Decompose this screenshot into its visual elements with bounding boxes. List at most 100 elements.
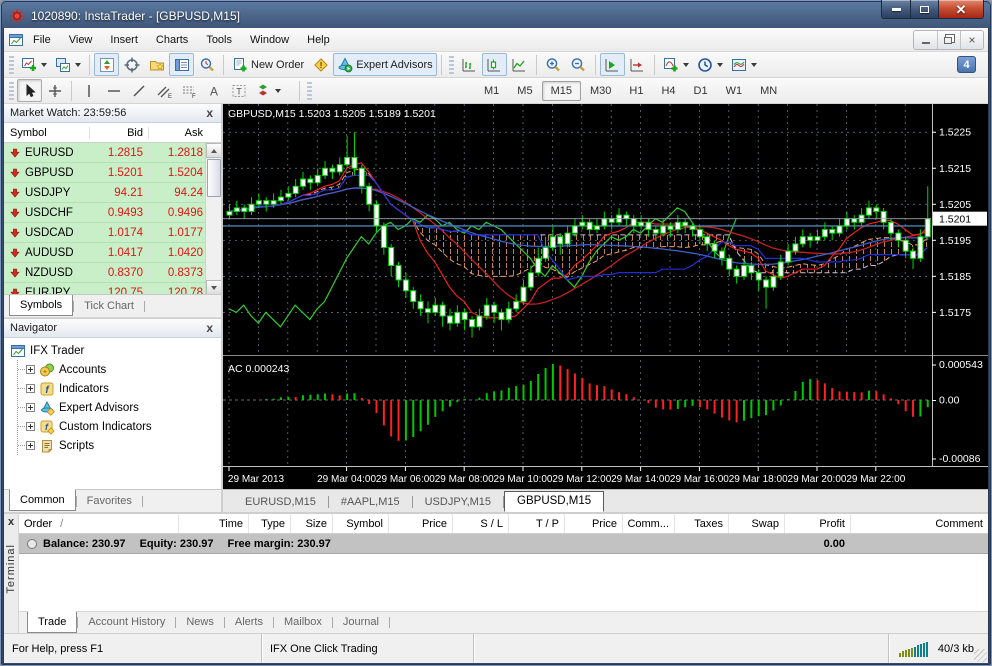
menu-item-view[interactable]: View	[60, 31, 102, 49]
text-button[interactable]: A	[201, 79, 226, 102]
bar-chart-button[interactable]	[457, 53, 482, 76]
menu-item-window[interactable]: Window	[241, 31, 298, 49]
timeframe-button-m15[interactable]: M15	[542, 81, 581, 101]
market-watch-scrollbar[interactable]	[205, 143, 221, 295]
market-watch-row-usdcad[interactable]: USDCAD1.01741.0177	[4, 223, 221, 243]
terminal-tab-news[interactable]: News	[176, 613, 224, 632]
alert-button[interactable]: !	[308, 53, 333, 76]
terminal-tab-trade[interactable]: Trade	[27, 611, 77, 633]
market-watch-row-eurjpy[interactable]: EURJPY120.75120.78	[4, 283, 221, 295]
trendline-button[interactable]	[126, 79, 151, 102]
market-watch-row-audusd[interactable]: AUDUSD1.04171.0420	[4, 243, 221, 263]
mdi-close-button[interactable]: ×	[960, 31, 983, 49]
tree-item-ifx-trader[interactable]: IFX Trader	[10, 341, 221, 360]
auto-scroll-toggle[interactable]	[600, 53, 625, 76]
scroll-up-button[interactable]	[206, 143, 221, 158]
strategy-tester-button[interactable]	[194, 53, 219, 76]
column-symbol[interactable]: Symbol	[4, 127, 90, 139]
market-watch-row-usdchf[interactable]: USDCHF0.94930.9496	[4, 203, 221, 223]
toolbar-grip[interactable]	[307, 82, 312, 100]
timeframe-button-m5[interactable]: M5	[508, 81, 541, 101]
data-window-button[interactable]	[119, 53, 144, 76]
profiles-button[interactable]	[51, 53, 85, 76]
new-chart-button[interactable]	[17, 53, 51, 76]
tab-favorites[interactable]: Favorites	[77, 492, 142, 511]
timeframe-button-m30[interactable]: M30	[581, 81, 620, 101]
new-order-button[interactable]: New Order	[228, 53, 308, 76]
terminal-column-swap[interactable]: Swap	[729, 514, 785, 533]
expand-plus-icon[interactable]	[26, 441, 35, 450]
terminal-column-s-l[interactable]: S / L	[453, 514, 509, 533]
navigator-titlebar[interactable]: Navigator x	[4, 319, 221, 338]
indicators-dropdown[interactable]	[659, 53, 693, 76]
zoom-out-button[interactable]	[566, 53, 591, 76]
timeframe-button-m1[interactable]: M1	[475, 81, 508, 101]
text-label-button[interactable]: T	[226, 79, 251, 102]
toolbar-grip[interactable]	[449, 56, 454, 74]
tree-item-accounts[interactable]: Accounts	[18, 360, 221, 379]
chart-tab--aapl-m15[interactable]: #AAPL,M15	[329, 493, 412, 512]
terminal-column-taxes[interactable]: Taxes	[675, 514, 729, 533]
fibonacci-button[interactable]: F	[176, 79, 201, 102]
market-watch-toggle[interactable]	[94, 53, 119, 76]
toolbar-grip[interactable]	[9, 82, 14, 100]
one-click-trading-button[interactable]: IFX One Click Trading	[262, 634, 474, 663]
market-watch-row-usdjpy[interactable]: USDJPY94.2194.24	[4, 183, 221, 203]
chart-tab-eurusd-m15[interactable]: EURUSD,M15	[233, 493, 328, 512]
market-watch-titlebar[interactable]: Market Watch: 23:59:56 x	[4, 104, 221, 123]
chart-tab-usdjpy-m15[interactable]: USDJPY,M15	[413, 493, 503, 512]
terminal-toggle[interactable]	[169, 53, 194, 76]
terminal-column-order[interactable]: Order/	[19, 514, 179, 533]
terminal-column-price[interactable]: Price	[565, 514, 623, 533]
resize-grip[interactable]	[974, 649, 987, 662]
terminal-column-time[interactable]: Time	[179, 514, 249, 533]
periods-dropdown[interactable]	[693, 53, 727, 76]
cursor-button[interactable]	[17, 79, 42, 102]
navigator-toggle[interactable]	[144, 53, 169, 76]
menu-item-help[interactable]: Help	[298, 31, 339, 49]
timeframe-button-d1[interactable]: D1	[685, 81, 717, 101]
line-chart-button[interactable]	[507, 53, 532, 76]
mdi-restore-button[interactable]	[937, 31, 960, 49]
market-watch-row-nzdusd[interactable]: NZDUSD0.83700.8373	[4, 263, 221, 283]
chart-window-icon[interactable]	[8, 32, 24, 48]
mdi-minimize-button[interactable]	[914, 31, 937, 49]
menu-item-insert[interactable]: Insert	[101, 31, 147, 49]
tab-symbols[interactable]: Symbols	[9, 294, 73, 316]
tree-item-indicators[interactable]: f Indicators	[18, 379, 221, 398]
expand-plus-icon[interactable]	[26, 384, 35, 393]
terminal-tab-alerts[interactable]: Alerts	[225, 613, 273, 632]
market-watch-row-gbpusd[interactable]: GBPUSD1.52011.5204	[4, 163, 221, 183]
terminal-close-icon[interactable]: x	[8, 514, 14, 530]
tab-common[interactable]: Common	[9, 489, 76, 511]
expert-advisors-toggle[interactable]: Expert Advisors	[333, 53, 436, 76]
maximize-button[interactable]	[911, 0, 939, 19]
crosshair-button[interactable]	[42, 79, 67, 102]
column-bid[interactable]: Bid	[90, 127, 149, 139]
trade-list-empty-area[interactable]	[19, 554, 988, 611]
toolbar-grip[interactable]	[9, 56, 14, 74]
timeframe-button-h1[interactable]: H1	[620, 81, 652, 101]
menu-item-file[interactable]: File	[24, 31, 60, 49]
column-ask[interactable]: Ask	[149, 127, 208, 139]
terminal-tab-journal[interactable]: Journal	[333, 613, 389, 632]
chart-canvas[interactable]: 1.52251.52151.52051.51951.51851.51751.52…	[223, 104, 988, 489]
timeframe-button-mn[interactable]: MN	[751, 81, 786, 101]
zoom-in-button[interactable]	[541, 53, 566, 76]
timeframe-button-w1[interactable]: W1	[717, 81, 752, 101]
timeframe-button-h4[interactable]: H4	[652, 81, 684, 101]
expand-plus-icon[interactable]	[26, 422, 35, 431]
tree-item-scripts[interactable]: Scripts	[18, 436, 221, 455]
terminal-column-size[interactable]: Size	[291, 514, 333, 533]
tab-tick-chart[interactable]: Tick Chart	[74, 297, 144, 316]
candlestick-button[interactable]	[482, 53, 507, 76]
market-watch-close-icon[interactable]: x	[204, 107, 215, 119]
scrollbar-thumb[interactable]	[207, 159, 221, 197]
vertical-line-button[interactable]	[76, 79, 101, 102]
title-bar[interactable]: 1020890: InstaTrader - [GBPUSD,M15]	[3, 3, 989, 28]
balance-row[interactable]: Balance: 230.97 Equity: 230.97 Free marg…	[19, 534, 988, 554]
chart-tab-gbpusd-m15[interactable]: GBPUSD,M15	[504, 491, 604, 512]
terminal-column-t-p[interactable]: T / P	[509, 514, 565, 533]
terminal-column-symbol[interactable]: Symbol	[333, 514, 389, 533]
expand-plus-icon[interactable]	[26, 365, 35, 374]
